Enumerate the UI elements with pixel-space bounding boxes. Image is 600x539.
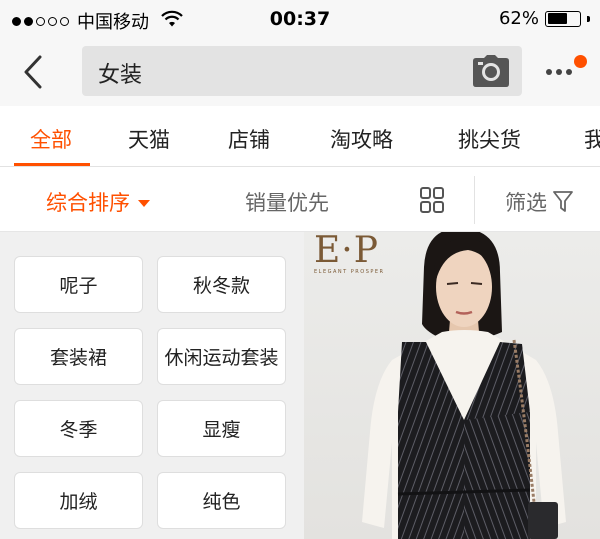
tab-more[interactable]: 我 [584,124,600,154]
suggestion-tag-panel: 呢子 秋冬款 套装裙 休闲运动套装 冬季 显瘦 加绒 纯色 [0,232,304,539]
more-button[interactable] [544,52,594,92]
more-icon [546,69,572,75]
tab-active-indicator [14,163,90,166]
tab-shops[interactable]: 店铺 [228,124,270,154]
tag-chip[interactable]: 套装裙 [14,328,143,385]
sort-default-button[interactable]: 综合排序 [46,187,150,217]
back-button[interactable] [16,52,50,92]
tag-chip[interactable]: 休闲运动套装 [157,328,286,385]
tag-chip[interactable]: 呢子 [14,256,143,313]
sort-sales-button[interactable]: 销量优先 [245,187,329,217]
grid-view-icon [420,187,444,213]
caret-down-icon [138,199,150,207]
sort-divider [474,176,475,224]
tab-all[interactable]: 全部 [30,124,72,154]
status-right: 62% [499,8,590,29]
search-header: 女装 [0,38,600,106]
tag-chip[interactable]: 纯色 [157,472,286,529]
search-query: 女装 [98,63,143,88]
product-image[interactable]: E·P ELEGANT PROSPER [304,232,600,539]
battery-percent: 62% [498,8,539,29]
tag-chip[interactable]: 加绒 [14,472,143,529]
back-icon [24,55,42,89]
tab-guides[interactable]: 淘攻略 [330,124,393,154]
battery-icon [545,10,581,27]
model-photo [362,232,566,539]
tab-tmall[interactable]: 天猫 [128,124,170,154]
tab-bar: 全部 天猫 店铺 淘攻略 挑尖货 我 [0,106,600,167]
camera-button[interactable] [472,54,510,88]
tag-chip[interactable]: 秋冬款 [157,256,286,313]
tag-chip[interactable]: 冬季 [14,400,143,457]
camera-icon [473,55,509,87]
sort-default-label: 综合排序 [46,191,130,215]
battery-tip [587,15,590,22]
search-input[interactable]: 女装 [82,46,522,96]
grid-view-button[interactable] [420,187,444,213]
filter-button[interactable]: 筛选 [505,187,573,217]
filter-icon [553,191,573,212]
tab-premium[interactable]: 挑尖货 [458,124,521,154]
status-bar: 中国移动 00:37 62% [0,0,600,38]
notification-badge [574,55,587,68]
filter-label: 筛选 [505,191,547,215]
tag-chip[interactable]: 显瘦 [157,400,286,457]
